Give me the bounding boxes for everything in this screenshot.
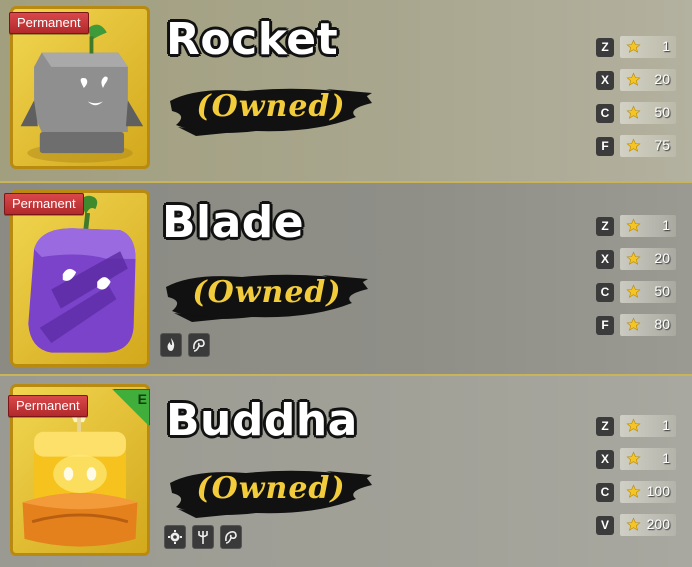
gear-icon [164,525,186,549]
fruit-card-rocket[interactable]: Permanent Rocket (Owned) Z 1 X 20 C 50 F… [0,0,692,183]
fruit-thumbnail[interactable] [10,190,150,367]
move-key: C [596,483,614,502]
move-level: 20 [654,71,670,87]
star-icon [626,72,641,86]
move-row[interactable]: X 1 [596,444,680,477]
fruit-name: Buddha [166,395,358,446]
blade-fruit-icon [28,195,136,353]
move-list: Z 1 X 20 C 50 F [596,211,680,343]
elite-corner-badge: E [112,388,151,427]
star-icon [626,284,641,298]
move-requirement: 50 [620,102,676,124]
move-row[interactable]: F 80 [596,310,680,343]
flame-icon [160,333,182,357]
fruit-name: Blade [162,197,305,248]
move-level: 80 [654,316,670,332]
move-key: X [596,250,614,269]
move-level: 1 [662,450,670,466]
move-key: C [596,283,614,302]
move-row[interactable]: C 50 [596,277,680,310]
move-key: F [596,137,614,156]
star-icon [626,484,641,498]
move-requirement: 1 [620,215,676,237]
star-icon [626,418,641,432]
move-level: 20 [654,250,670,266]
move-level: 75 [654,137,670,153]
owned-status: (Owned) [166,81,376,139]
move-level: 50 [654,283,670,299]
move-key: X [596,450,614,469]
move-requirement: 1 [620,448,676,470]
move-row[interactable]: Z 1 [596,32,680,65]
fruit-card-blade[interactable]: Permanent Blade (Owned) Z 1 X 20 C 50 F … [0,183,692,376]
move-row[interactable]: C 50 [596,98,680,131]
elite-label: E [137,391,147,407]
move-key: X [596,71,614,90]
star-icon [626,138,641,152]
move-key: C [596,104,614,123]
move-level: 100 [646,483,670,499]
move-requirement: 80 [620,314,676,336]
owned-status: (Owned) [166,463,376,521]
move-requirement: 200 [620,514,676,536]
move-row[interactable]: V 200 [596,510,680,543]
permanent-badge: Permanent [4,193,84,215]
fruit-name: Rocket [166,14,339,65]
move-requirement: 75 [620,135,676,157]
owned-label: (Owned) [196,89,346,124]
fruit-card-buddha[interactable]: E Permanent Buddha (Owned) Z 1 X 1 C 100… [0,376,692,567]
move-requirement: 100 [620,481,676,503]
star-icon [626,317,641,331]
move-row[interactable]: X 20 [596,244,680,277]
move-requirement: 1 [620,415,676,437]
move-key: V [596,516,614,535]
move-row[interactable]: Z 1 [596,411,680,444]
trident-icon [192,525,214,549]
move-key: Z [596,38,614,57]
move-requirement: 1 [620,36,676,58]
move-key: Z [596,217,614,236]
move-level: 1 [662,417,670,433]
fruit-type-icons [164,525,242,549]
star-icon [626,517,641,531]
swirl-icon [220,525,242,549]
move-row[interactable]: X 20 [596,65,680,98]
move-list: Z 1 X 20 C 50 F [596,32,680,164]
move-level: 200 [646,516,670,532]
owned-label: (Owned) [192,275,342,310]
move-row[interactable]: Z 1 [596,211,680,244]
move-list: Z 1 X 1 C 100 V 200 [596,411,680,543]
owned-label: (Owned) [196,471,346,506]
permanent-badge: Permanent [8,395,88,417]
permanent-badge: Permanent [9,12,89,34]
swirl-icon [188,333,210,357]
owned-status: (Owned) [162,267,372,325]
star-icon [626,218,641,232]
fruit-inventory-list: Permanent Rocket (Owned) Z 1 X 20 C 50 F… [0,0,692,567]
move-row[interactable]: C 100 [596,477,680,510]
move-key: F [596,316,614,335]
move-level: 1 [662,217,670,233]
fruit-type-icons [160,333,210,357]
move-level: 1 [662,38,670,54]
move-key: Z [596,417,614,436]
move-requirement: 20 [620,248,676,270]
star-icon [626,251,641,265]
move-level: 50 [654,104,670,120]
move-requirement: 20 [620,69,676,91]
move-row[interactable]: F 75 [596,131,680,164]
star-icon [626,451,641,465]
star-icon [626,39,641,53]
star-icon [626,105,641,119]
move-requirement: 50 [620,281,676,303]
